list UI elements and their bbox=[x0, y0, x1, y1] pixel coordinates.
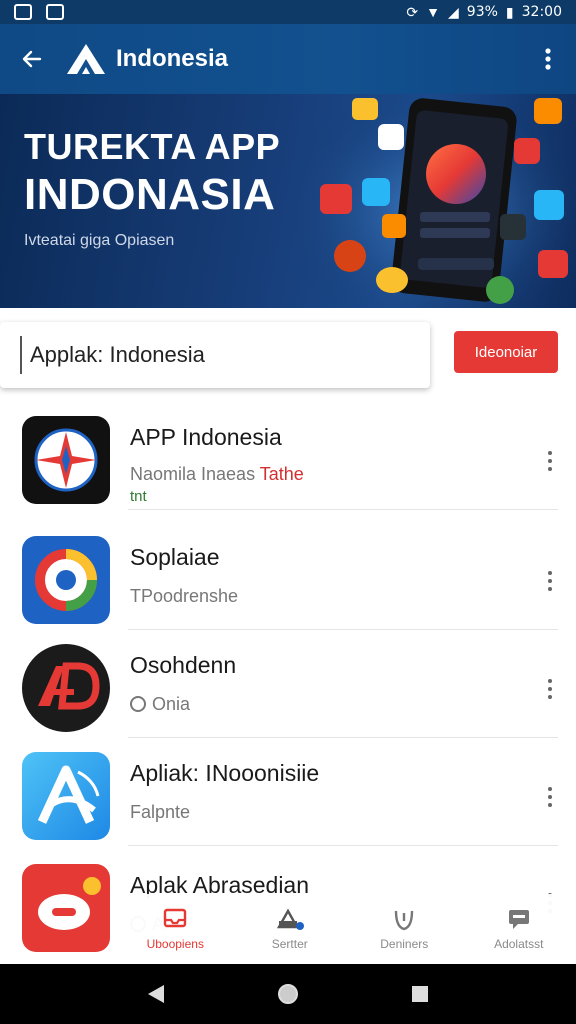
ring-icon bbox=[35, 549, 97, 611]
message-icon bbox=[505, 907, 533, 931]
home-circle-icon bbox=[278, 984, 298, 1004]
compass-icon bbox=[34, 428, 98, 492]
app-more-button[interactable] bbox=[538, 446, 562, 476]
list-item[interactable]: Soplaiae TPoodrenshe bbox=[0, 520, 576, 630]
app-subtitle: TPoodrenshe bbox=[130, 586, 239, 606]
nav-recents-button[interactable] bbox=[400, 974, 440, 1014]
list-item[interactable]: Apliak: INooonisiie Falpnte bbox=[0, 736, 576, 846]
ad-logo-icon bbox=[38, 662, 100, 710]
list-item[interactable]: APP Indonesia Naomila Inaeas Tathe tnt bbox=[0, 400, 576, 510]
app-icon-compass bbox=[22, 416, 110, 504]
tab-messages[interactable]: Adolatsst bbox=[462, 894, 576, 964]
app-name: APP Indonesia bbox=[130, 424, 282, 450]
nav-home-button[interactable] bbox=[268, 974, 308, 1014]
search-input[interactable] bbox=[20, 342, 400, 368]
app-logo bbox=[64, 41, 108, 77]
back-button[interactable] bbox=[0, 24, 64, 94]
tab-shield[interactable]: Deniners bbox=[347, 894, 462, 964]
tab-inbox[interactable]: Uboopiens bbox=[118, 894, 233, 964]
search-box bbox=[0, 322, 430, 388]
sync-icon: ⟳ bbox=[406, 3, 419, 20]
app-name: Soplaiae bbox=[130, 544, 220, 570]
app-title: Indonesia bbox=[116, 45, 229, 72]
tab-store[interactable]: Sertter bbox=[233, 894, 348, 964]
wifi-icon: ▼ bbox=[426, 4, 441, 20]
tab-label: Sertter bbox=[271, 937, 308, 951]
chat-bubble-icon bbox=[38, 877, 101, 930]
camera-notification-icon bbox=[46, 4, 64, 20]
app-more-button[interactable] bbox=[538, 782, 562, 812]
list-item[interactable]: Osohdenn Onia bbox=[0, 628, 576, 738]
tab-label: Adolatsst bbox=[494, 937, 544, 951]
app-tag: tnt bbox=[130, 488, 147, 505]
banner-title-line2: INDONASIA bbox=[24, 170, 276, 219]
app-subtitle: Onia bbox=[130, 694, 190, 715]
clock: 32:00 bbox=[521, 4, 562, 20]
app-subtitle: Falpnte bbox=[130, 802, 191, 822]
app-name: Apliak: INooonisiie bbox=[130, 760, 320, 786]
bottom-tab-bar: Uboopiens Sertter Deniners Adolatsst bbox=[118, 894, 576, 964]
shield-icon bbox=[390, 907, 418, 931]
clock-icon bbox=[130, 696, 146, 712]
banner-title-line1: TUREKTA APP bbox=[24, 126, 281, 167]
back-triangle-icon bbox=[148, 985, 164, 1003]
tab-label: Deniners bbox=[380, 937, 429, 951]
more-vert-icon bbox=[545, 48, 551, 70]
signal-icon: ◢ bbox=[448, 3, 459, 20]
app-subtitle: Naomila Inaeas Tathe bbox=[130, 464, 304, 485]
divider bbox=[128, 509, 558, 510]
search-button[interactable]: Ideonoiar bbox=[454, 331, 558, 373]
app-more-button[interactable] bbox=[538, 674, 562, 704]
nav-back-button[interactable] bbox=[136, 974, 176, 1014]
app-subtitle-text: Naomila Inaeas bbox=[130, 464, 256, 484]
battery-level: 93% bbox=[466, 4, 498, 20]
phone-apps-illustration bbox=[300, 94, 576, 308]
app-icon-ad bbox=[22, 644, 110, 732]
overflow-menu-button[interactable] bbox=[520, 24, 576, 94]
app-icon-chat bbox=[22, 864, 110, 952]
app-icon-ring bbox=[22, 536, 110, 624]
store-icon bbox=[276, 907, 304, 931]
tab-label: Uboopiens bbox=[146, 937, 204, 951]
arrow-left-icon bbox=[22, 50, 42, 68]
notification-icon bbox=[14, 4, 32, 20]
divider bbox=[128, 845, 558, 846]
app-name: Osohdenn bbox=[130, 652, 237, 678]
promo-banner[interactable]: TUREKTA APP INDONASIA Ivteatai gigа Opia… bbox=[0, 94, 576, 308]
inbox-icon bbox=[161, 907, 189, 931]
app-bar: Indonesia bbox=[0, 24, 576, 94]
system-navigation-bar bbox=[0, 964, 576, 1024]
app-more-button[interactable] bbox=[538, 566, 562, 596]
banner-subtitle: Ivteatai gigа Opiasen bbox=[24, 232, 175, 249]
logo-mountain-icon bbox=[67, 44, 105, 74]
letter-a-icon bbox=[37, 765, 100, 824]
recents-square-icon bbox=[412, 986, 428, 1002]
app-subtitle-highlight: Tathe bbox=[259, 464, 304, 484]
app-subtitle-text: Onia bbox=[152, 694, 191, 714]
battery-icon: ▮ bbox=[505, 3, 514, 20]
status-bar: ⟳ ▼ ◢ 93% ▮ 32:00 bbox=[0, 0, 576, 24]
app-icon-a bbox=[22, 752, 110, 840]
